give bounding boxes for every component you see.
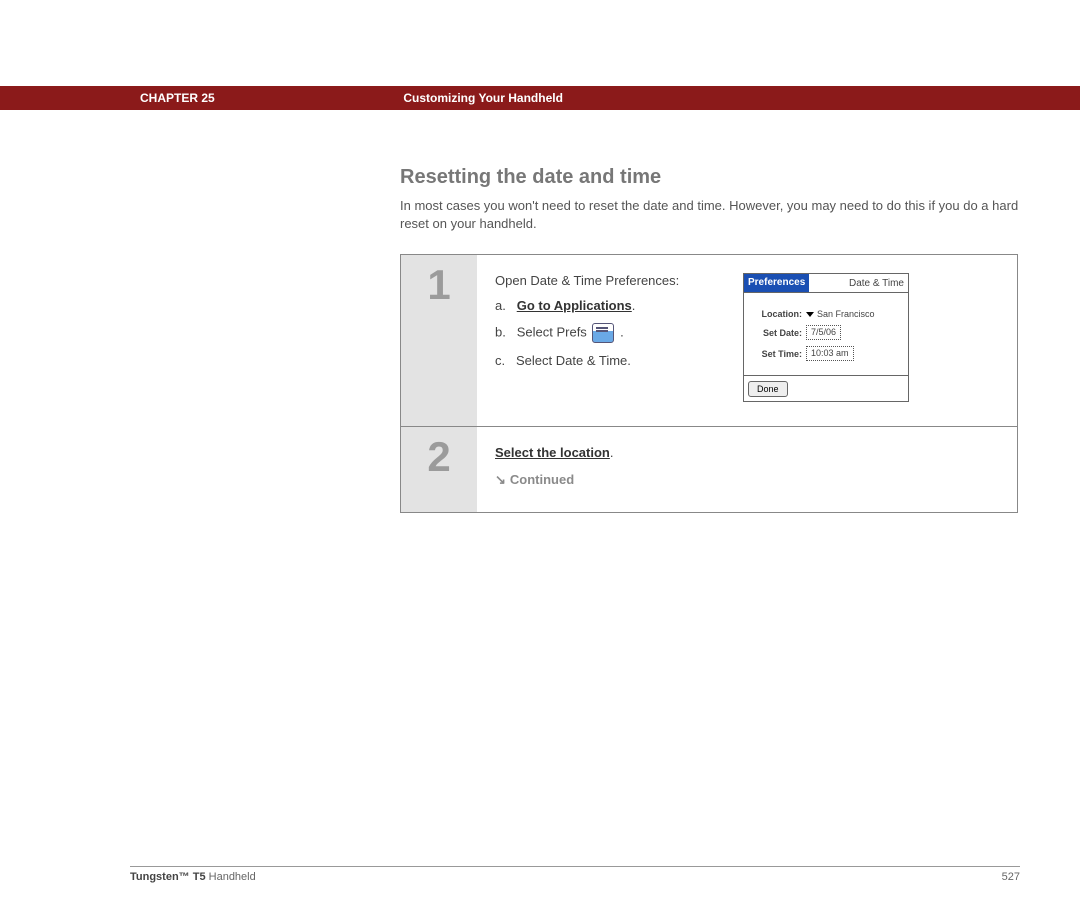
palm-location-row: Location: San Francisco	[750, 309, 902, 319]
palm-date-label: Set Date:	[750, 328, 806, 338]
palm-screenshot: Preferences Date & Time Location: San Fr…	[743, 273, 909, 402]
step-number: 2	[401, 427, 477, 512]
palm-title: Preferences	[744, 274, 809, 292]
step-number: 1	[401, 255, 477, 426]
palm-time-label: Set Time:	[750, 349, 806, 359]
palm-category: Date & Time	[849, 278, 908, 289]
substep-a: a. Go to Applications.	[495, 298, 725, 313]
palm-location-value: San Francisco	[817, 309, 875, 319]
step-body: Open Date & Time Preferences: a. Go to A…	[477, 255, 1017, 426]
substep-b: b. Select Prefs .	[495, 323, 725, 343]
page-content: Resetting the date and time In most case…	[400, 166, 1020, 513]
palm-location-label: Location:	[750, 309, 806, 319]
step-2: 2 Select the location. ↘Continued	[401, 427, 1017, 512]
chapter-title: Customizing Your Handheld	[403, 91, 563, 105]
step-1: 1 Open Date & Time Preferences: a. Go to…	[401, 255, 1017, 427]
palm-date-value: 7/5/06	[806, 325, 841, 340]
step-text: Select the location. ↘Continued	[495, 445, 725, 488]
continued-marker: ↘Continued	[495, 472, 725, 488]
chapter-number: CHAPTER 25	[140, 86, 400, 110]
footer-product: Tungsten™ T5 Handheld	[130, 871, 256, 883]
palm-time-row: Set Time: 10:03 am	[750, 346, 902, 361]
step-body: Select the location. ↘Continued	[477, 427, 1017, 512]
section-heading: Resetting the date and time	[400, 166, 1020, 189]
palm-done-button[interactable]: Done	[748, 381, 788, 397]
continued-arrow-icon: ↘	[495, 472, 506, 487]
palm-body: Location: San Francisco Set Date: 7/5/06…	[744, 293, 908, 375]
palm-titlebar: Preferences Date & Time	[744, 274, 908, 293]
substep-c: c. Select Date & Time.	[495, 353, 725, 368]
prefs-icon	[592, 323, 614, 343]
page-footer: Tungsten™ T5 Handheld 527	[130, 866, 1020, 883]
select-location-link[interactable]: Select the location	[495, 445, 610, 460]
section-intro: In most cases you won't need to reset th…	[400, 197, 1020, 232]
step-lead: Open Date & Time Preferences:	[495, 273, 725, 288]
palm-time-value: 10:03 am	[806, 346, 854, 361]
go-to-applications-link[interactable]: Go to Applications	[517, 298, 632, 313]
palm-date-row: Set Date: 7/5/06	[750, 325, 902, 340]
chapter-bar: CHAPTER 25 Customizing Your Handheld	[0, 86, 1080, 110]
step-text: Open Date & Time Preferences: a. Go to A…	[495, 273, 725, 378]
steps-box: 1 Open Date & Time Preferences: a. Go to…	[400, 254, 1018, 513]
substeps: a. Go to Applications. b. Select Prefs .	[495, 298, 725, 368]
dropdown-icon	[806, 312, 814, 317]
palm-done-bar: Done	[744, 375, 908, 401]
footer-page-number: 527	[1002, 871, 1020, 883]
